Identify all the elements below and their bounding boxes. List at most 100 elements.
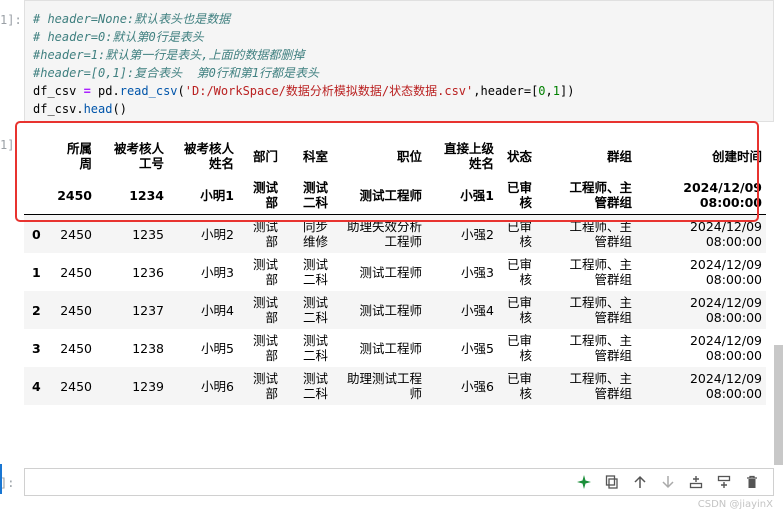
move-up-icon[interactable] xyxy=(629,472,651,492)
column-header: 状态 xyxy=(506,148,532,164)
table-cell: 2024/12/09 08:00:00 xyxy=(689,333,762,363)
column-header: 科室 xyxy=(302,148,328,164)
table-cell: 1235 xyxy=(132,226,164,242)
table-cell: 2450 xyxy=(60,340,92,356)
table-cell: 测试部 xyxy=(252,333,278,363)
table-row: 4 2450 1239 小明6 测试部测试 二科 助理测试工程师 小强6 已审核 工程师、主 管群组… xyxy=(24,367,766,405)
row-index: 1 xyxy=(32,264,41,280)
table-cell: 小强6 xyxy=(461,378,494,394)
table-cell: 测试部 xyxy=(252,295,278,325)
code-comment-line: #header=1:默认第一行是表头,上面的数据都删掉 xyxy=(33,48,305,62)
table-cell: 2024/12/09 08:00:00 xyxy=(689,371,762,401)
move-down-icon[interactable] xyxy=(657,472,679,492)
table-cell: 2024/12/09 08:00:00 xyxy=(689,295,762,325)
table-cell: 同步 维修 xyxy=(302,219,328,249)
table-cell: 工程师、主 管群组 xyxy=(569,333,632,363)
insert-above-icon[interactable] xyxy=(713,472,735,492)
table-cell: 已审核 xyxy=(506,257,532,287)
table-cell: 已审核 xyxy=(506,371,532,401)
insert-below-icon[interactable] xyxy=(685,472,707,492)
column-header: 群组 xyxy=(606,148,632,164)
table-cell: 已审核 xyxy=(506,295,532,325)
column-subheader: 工程师、主 管群组 xyxy=(536,176,636,215)
cell-toolbar xyxy=(573,472,763,492)
copy-icon[interactable] xyxy=(601,472,623,492)
code-comment-line: # header=None:默认表头也是数据 xyxy=(33,12,231,26)
table-cell: 1236 xyxy=(132,264,164,280)
code-comment-line: # header=0:默认第0行是表头 xyxy=(33,30,204,44)
table-cell: 测试部 xyxy=(252,219,278,249)
table-cell: 小明4 xyxy=(201,302,234,318)
table-cell: 助理测试工程师 xyxy=(346,371,422,401)
output-prompt: 1] xyxy=(0,138,15,152)
table-cell: 助理失效分析 工程师 xyxy=(346,219,422,249)
column-header: 被考核人 姓名 xyxy=(183,141,234,171)
table-cell: 测试部 xyxy=(252,371,278,401)
table-cell: 测试部 xyxy=(252,257,278,287)
row-index: 3 xyxy=(32,340,41,356)
table-cell: 测试工程师 xyxy=(359,302,422,318)
code-cell-prompt: 1]: xyxy=(0,13,22,27)
row-index: 0 xyxy=(32,226,41,242)
table-cell: 工程师、主 管群组 xyxy=(569,257,632,287)
column-header: 创建时间 xyxy=(711,148,762,164)
table-cell: 测试 二科 xyxy=(302,371,328,401)
table-cell: 小强2 xyxy=(461,226,494,242)
column-subheader: 小强1 xyxy=(426,176,498,215)
table-cell: 小明5 xyxy=(201,340,234,356)
table-cell: 2450 xyxy=(60,226,92,242)
code-line-read-csv: df_csv = pd.read_csv('D:/WorkSpace/数据分析模… xyxy=(33,84,575,98)
column-header: 所属周 xyxy=(66,141,92,171)
table-cell: 工程师、主 管群组 xyxy=(569,219,632,249)
new-cell-prompt: ]: xyxy=(0,476,15,490)
table-cell: 已审核 xyxy=(506,219,532,249)
sparkle-icon[interactable] xyxy=(573,472,595,492)
table-cell: 测试 二科 xyxy=(302,295,328,325)
table-cell: 小强3 xyxy=(461,264,494,280)
column-subheader: 测试部 xyxy=(238,176,282,215)
table-cell: 小明3 xyxy=(201,264,234,280)
dataframe-output: 所属周被考核人 工号 被考核人 姓名 部门 科室 职位 直接上级 姓名 状态 群组 创建时间 2450… xyxy=(24,136,766,405)
index-header xyxy=(24,136,48,176)
column-subheader: 2024/12/09 08:00:00 xyxy=(636,176,766,215)
column-header: 被考核人 工号 xyxy=(113,141,164,171)
table-row: 0 2450 1235 小明2 测试部同步 维修 助理失效分析 工程师 小强2 已审核 工程师、主管… xyxy=(24,214,766,253)
row-index: 2 xyxy=(32,302,41,318)
table-cell: 小强5 xyxy=(461,340,494,356)
column-header: 职位 xyxy=(396,148,422,164)
table-cell: 测试 二科 xyxy=(302,333,328,363)
table-cell: 小明2 xyxy=(201,226,234,242)
table-cell: 1237 xyxy=(132,302,164,318)
scrollbar-thumb[interactable] xyxy=(774,345,783,465)
column-subheader: 已审核 xyxy=(498,176,536,215)
table-cell: 小强4 xyxy=(461,302,494,318)
column-subheader: 测试 二科 xyxy=(282,176,332,215)
table-row: 2 2450 1237 小明4 测试部测试 二科 测试工程师 小强4 已审核 工程师、主 管群组 20… xyxy=(24,291,766,329)
column-subheader: 测试工程师 xyxy=(332,176,426,215)
table-cell: 测试工程师 xyxy=(359,340,422,356)
table-cell: 1238 xyxy=(132,340,164,356)
table-cell: 2024/12/09 08:00:00 xyxy=(689,219,762,249)
table-row: 3 2450 1238 小明5 测试部测试 二科 测试工程师 小强5 已审核 工程师、主 管群组 20… xyxy=(24,329,766,367)
watermark: CSDN @jiayinX xyxy=(697,499,773,510)
table-cell: 测试 二科 xyxy=(302,257,328,287)
column-subheader: 2450 xyxy=(48,176,96,215)
table-cell: 已审核 xyxy=(506,333,532,363)
table-row: 1 2450 1236 小明3 测试部测试 二科 测试工程师 小强3 已审核 工程师、主 管群组 20… xyxy=(24,253,766,291)
code-line-head: df_csv.head() xyxy=(33,102,127,116)
table-cell: 工程师、主 管群组 xyxy=(569,371,632,401)
table-cell: 1239 xyxy=(132,378,164,394)
table-cell: 2024/12/09 08:00:00 xyxy=(689,257,762,287)
table-cell: 工程师、主 管群组 xyxy=(569,295,632,325)
code-cell-editor[interactable]: # header=None:默认表头也是数据 # header=0:默认第0行是… xyxy=(24,0,774,122)
dataframe-table: 所属周被考核人 工号 被考核人 姓名 部门 科室 职位 直接上级 姓名 状态 群组 创建时间 2450… xyxy=(24,136,766,405)
delete-icon[interactable] xyxy=(741,472,763,492)
index-header xyxy=(24,176,48,215)
column-header: 部门 xyxy=(252,148,278,164)
column-subheader: 1234 xyxy=(96,176,168,215)
header-row-level0: 所属周被考核人 工号 被考核人 姓名 部门 科室 职位 直接上级 姓名 状态 群组 创建时间 xyxy=(24,136,766,176)
table-cell: 2450 xyxy=(60,264,92,280)
code-comment-line: #header=[0,1]:复合表头 第0行和第1行都是表头 xyxy=(33,66,320,80)
column-subheader: 小明1 xyxy=(168,176,238,215)
column-header: 直接上级 姓名 xyxy=(443,141,494,171)
